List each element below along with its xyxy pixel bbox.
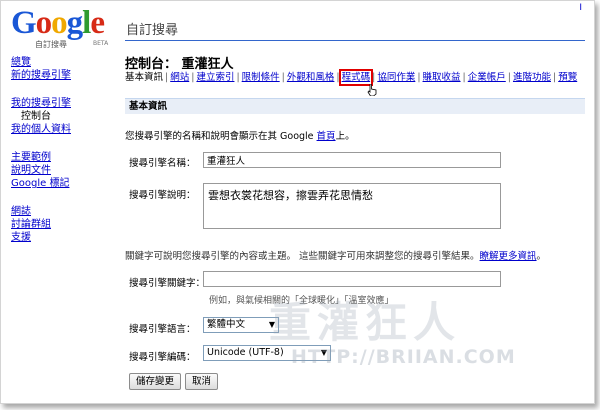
logo-letter: o bbox=[51, 5, 67, 41]
sidebar-nav: 總覽 新的搜尋引擎 我的搜尋引擎 控制台 我的個人資料 主要範例 說明文件 Go… bbox=[11, 56, 121, 244]
tab-code[interactable]: 程式碼 bbox=[338, 69, 374, 86]
console-label: 控制台： bbox=[125, 57, 178, 72]
learn-more-link[interactable]: 瞭解更多資訊 bbox=[480, 251, 537, 262]
keywords-intro-end: 。 bbox=[536, 251, 547, 262]
keywords-label: 搜尋引擎關鍵字： bbox=[129, 278, 206, 289]
engine-description-textarea[interactable]: 雲想衣裳花想容，擦雲弄花思情愁 bbox=[203, 183, 501, 229]
sidebar-item-control-panel: 控制台 bbox=[21, 111, 51, 122]
main-content: 控制台： 重灌狂人 基本資訊 | 網站 | 建立索引 | 限制條件 | 外觀和風格 | 程式碼 | 協同… bbox=[125, 53, 585, 390]
tab-separator: | bbox=[236, 72, 240, 83]
tab-separator: | bbox=[165, 72, 169, 83]
tab-separator: | bbox=[191, 72, 195, 83]
tab-business[interactable]: 企業帳戶 bbox=[468, 72, 506, 83]
google-logo[interactable]: Google bbox=[11, 5, 105, 41]
tab-monetize[interactable]: 賺取收益 bbox=[423, 72, 461, 83]
sidebar-item-docs[interactable]: 說明文件 bbox=[11, 164, 121, 177]
page-title: 控制台： 重灌狂人 bbox=[125, 53, 585, 72]
encoding-label: 搜尋引擎編碼： bbox=[129, 352, 196, 363]
sidebar-item-overview[interactable]: 總覽 bbox=[11, 56, 121, 69]
logo-letter: e bbox=[90, 5, 105, 41]
logo-letter: G bbox=[11, 5, 37, 41]
tab-bar: 基本資訊 | 網站 | 建立索引 | 限制條件 | 外觀和風格 | 程式碼 | 協同作業 | 賺取收益 | 企業… bbox=[125, 69, 585, 86]
intro-prefix: 您搜尋引擎的名稱和說明會顯示在其 Google bbox=[125, 131, 317, 142]
language-select-value: 繁體中文 bbox=[207, 319, 246, 330]
header: Google 自訂搜尋 BETA 自訂搜尋 I bbox=[1, 1, 594, 51]
engine-name-input[interactable] bbox=[203, 152, 501, 168]
tab-look-and-feel[interactable]: 外觀和風格 bbox=[287, 72, 335, 83]
logo-letter: o bbox=[35, 5, 52, 41]
product-title: 自訂搜尋 bbox=[126, 23, 179, 38]
sidebar-item-blog[interactable]: 網誌 bbox=[11, 205, 121, 218]
tab-advanced[interactable]: 進階功能 bbox=[513, 72, 551, 83]
tab-refinements[interactable]: 限制條件 bbox=[242, 72, 280, 83]
top-right-link[interactable]: I bbox=[579, 3, 582, 13]
header-divider bbox=[125, 40, 585, 41]
sidebar-item-support[interactable]: 支援 bbox=[11, 231, 121, 244]
name-label: 搜尋引擎名稱： bbox=[129, 158, 196, 169]
sidebar-item-my-profile[interactable]: 我的個人資料 bbox=[11, 123, 121, 136]
watermark-title: 重灌狂人 bbox=[269, 298, 462, 347]
sidebar-item-examples[interactable]: 主要範例 bbox=[11, 151, 121, 164]
sidebar-item-forum[interactable]: 討論群組 bbox=[11, 218, 121, 231]
tab-separator: | bbox=[507, 72, 511, 83]
tab-preview[interactable]: 預覽 bbox=[558, 72, 577, 83]
tab-separator: | bbox=[336, 72, 340, 83]
tab-separator: | bbox=[281, 72, 285, 83]
engine-name: 重灌狂人 bbox=[181, 57, 234, 72]
logo-subtitle: 自訂搜尋 bbox=[35, 40, 67, 49]
logo-beta: BETA bbox=[93, 40, 109, 47]
keywords-intro: 關鍵字可說明您搜尋引擎的內容或主題。 這些關鍵字可用來調整您的搜尋引擎結果。瞭解… bbox=[125, 248, 546, 262]
app-window: Google 自訂搜尋 BETA 自訂搜尋 I 總覽 新的搜尋引擎 我的搜尋引擎… bbox=[0, 0, 595, 404]
keywords-intro-text: 關鍵字可說明您搜尋引擎的內容或主題。 這些關鍵字可用來調整您的搜尋引擎結果。 bbox=[125, 251, 480, 262]
tab-separator: | bbox=[372, 72, 376, 83]
sidebar-item-my-engines[interactable]: 我的搜尋引擎 bbox=[11, 97, 121, 110]
tab-separator: | bbox=[417, 72, 421, 83]
tab-separator: | bbox=[462, 72, 466, 83]
save-button[interactable]: 儲存變更 bbox=[129, 373, 182, 390]
intro-text: 您搜尋引擎的名稱和說明會顯示在其 Google 首頁上。 bbox=[125, 128, 355, 142]
description-label: 搜尋引擎說明： bbox=[129, 190, 196, 201]
tab-sites[interactable]: 網站 bbox=[170, 72, 189, 83]
section-header: 基本資訊 bbox=[125, 98, 585, 114]
intro-suffix: 上。 bbox=[335, 131, 355, 142]
language-select[interactable]: 繁體中文 ▼ bbox=[203, 317, 279, 333]
tab-indexing[interactable]: 建立索引 bbox=[196, 72, 234, 83]
sidebar-item-google-marks[interactable]: Google 標記 bbox=[11, 177, 121, 190]
hand-cursor-icon bbox=[367, 84, 377, 96]
tab-basic-info[interactable]: 基本資訊 bbox=[125, 72, 163, 83]
homepage-link[interactable]: 首頁 bbox=[317, 131, 336, 142]
tab-separator: | bbox=[552, 72, 557, 83]
sidebar-item-new-engine[interactable]: 新的搜尋引擎 bbox=[11, 69, 121, 82]
cancel-button[interactable]: 取消 bbox=[185, 373, 219, 390]
tab-collaboration[interactable]: 協同作業 bbox=[377, 72, 415, 83]
language-label: 搜尋引擎語言： bbox=[129, 324, 196, 335]
keywords-input[interactable] bbox=[203, 271, 501, 287]
watermark-url: HTTP://BRIIAN.COM bbox=[291, 346, 516, 368]
logo-letter: g bbox=[66, 5, 83, 41]
